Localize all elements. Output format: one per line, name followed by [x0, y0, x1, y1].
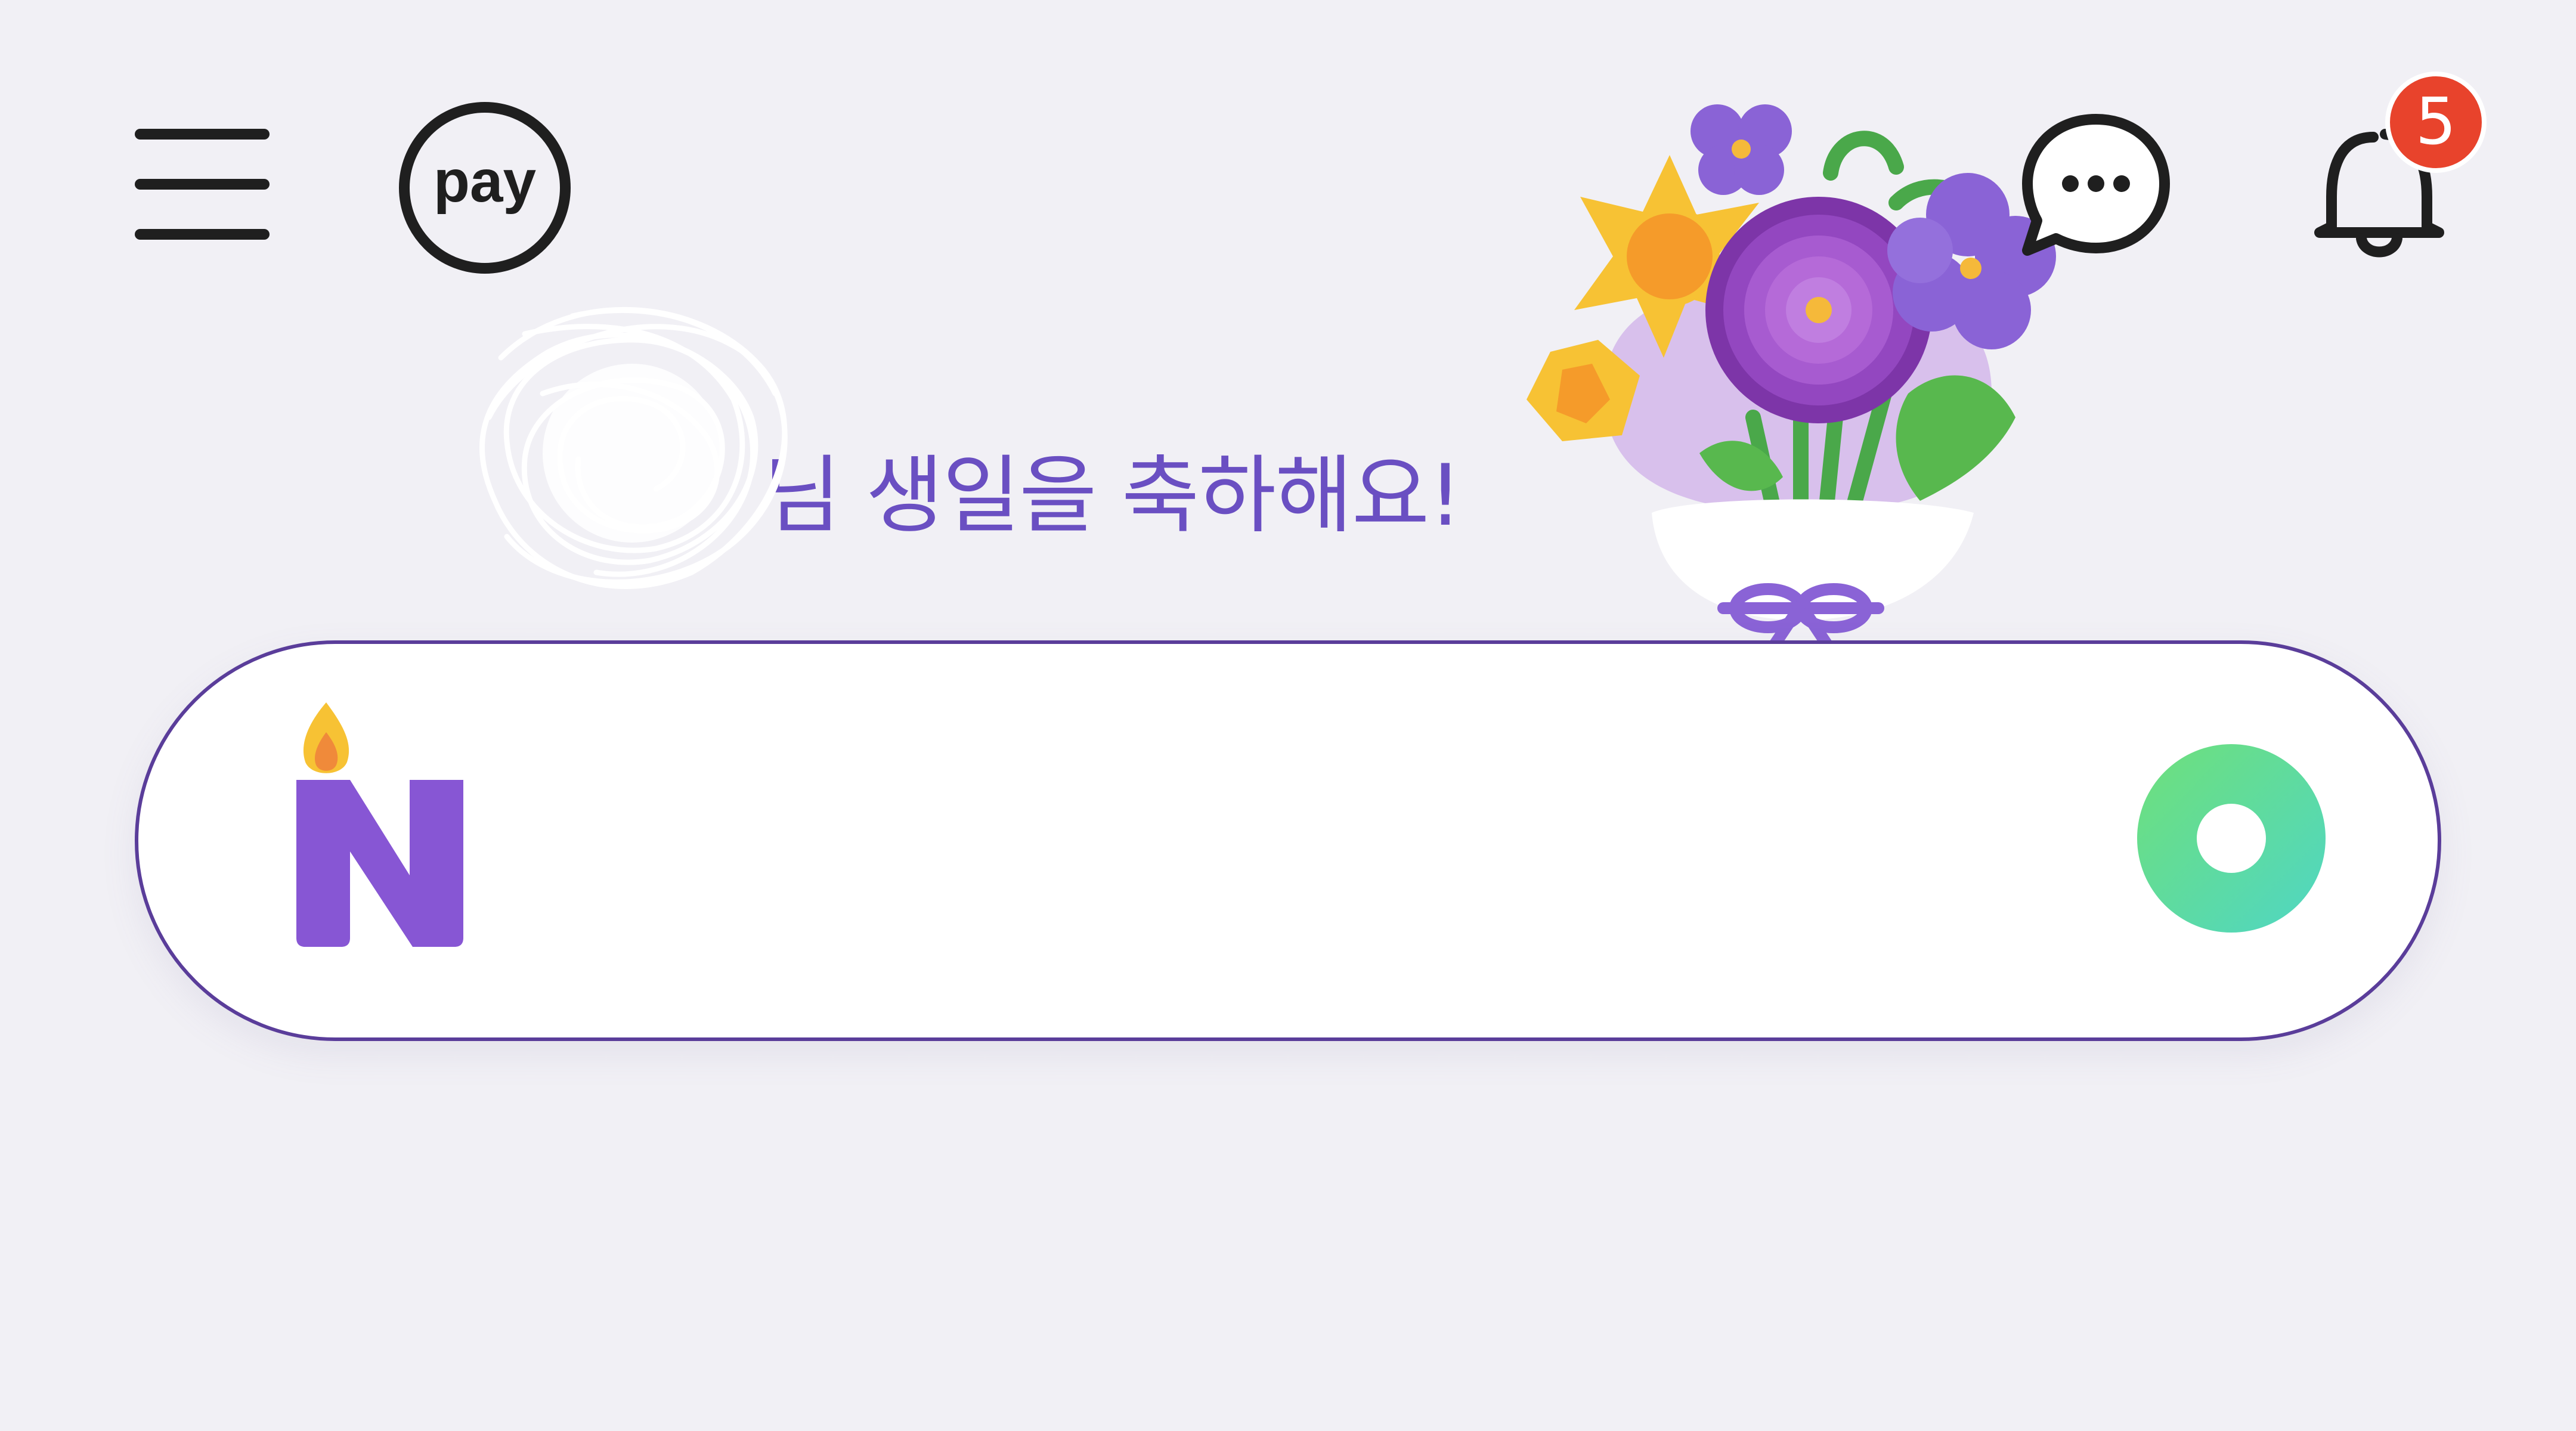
notification-button[interactable]: 5 — [2302, 66, 2493, 274]
hamburger-bar-middle — [135, 179, 270, 190]
search-input[interactable] — [520, 763, 2013, 919]
speech-bubble-ellipsis-icon — [2022, 114, 2170, 256]
greeting-text: 님 생일을 축하해요! — [763, 447, 1462, 545]
name-redaction-scribble — [479, 306, 788, 589]
pay-button[interactable]: pay — [397, 100, 572, 275]
chat-button[interactable] — [2015, 107, 2176, 268]
menu-button[interactable] — [135, 129, 270, 240]
birthday-greeting: 님 생일을 축하해요! — [453, 262, 1527, 620]
green-dot-icon — [2137, 744, 2326, 933]
hamburger-menu-icon — [135, 129, 270, 140]
pay-label: pay — [434, 148, 537, 215]
green-dot-button[interactable] — [2136, 743, 2327, 934]
hamburger-bar-bottom — [135, 229, 270, 240]
pay-icon: pay — [399, 102, 571, 274]
flower-bouquet-icon — [1503, 83, 2099, 656]
naver-n-birthday-candle-icon — [296, 702, 463, 947]
search-bar[interactable] — [135, 640, 2441, 1041]
notification-count-badge: 5 — [2385, 72, 2487, 173]
